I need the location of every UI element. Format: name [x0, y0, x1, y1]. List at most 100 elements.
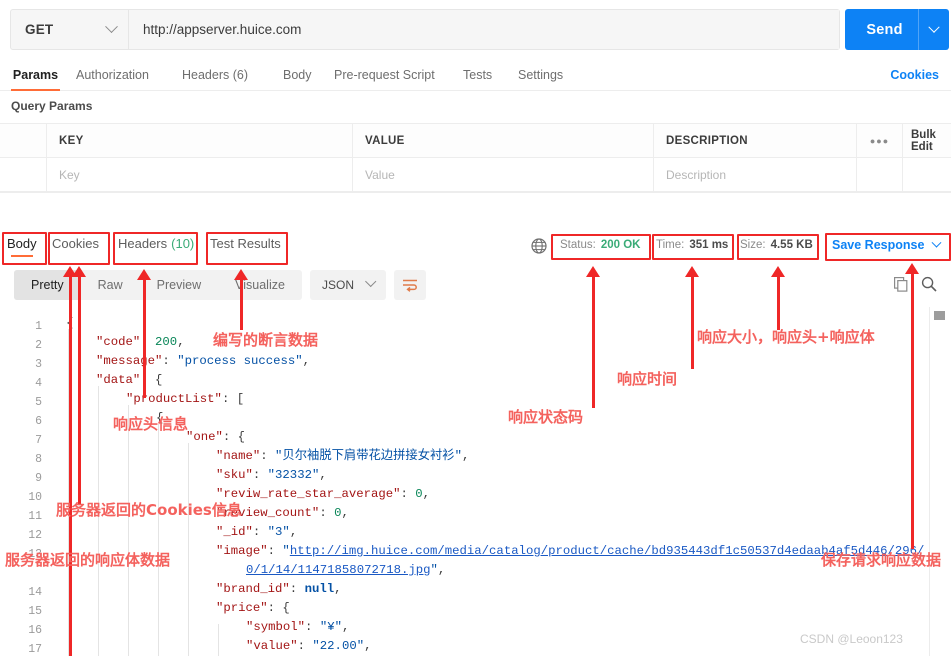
column-header-description: DESCRIPTION	[654, 124, 857, 157]
language-select-label: JSON	[322, 278, 355, 292]
row-spacer	[903, 158, 951, 191]
query-params-table: KEY VALUE DESCRIPTION ●●● Bulk Edit Key …	[0, 123, 951, 192]
view-mode-raw-label: Raw	[97, 278, 123, 292]
view-mode-preview[interactable]: Preview	[140, 270, 218, 300]
code-line-13-wrap: 0/1/14/11471858072718.jpg",	[246, 563, 446, 577]
query-params-divider	[0, 192, 951, 193]
annotation-arrow-line-headers	[143, 278, 146, 398]
line-number-gutter: 1 2 3 4 5 6 7 8 9 10 11 12 13 14 15 16 1…	[0, 307, 50, 656]
request-tabs: Params Authorization Headers (6) Body Pr…	[0, 58, 951, 91]
line-number: 14	[28, 586, 42, 599]
tab-body-label: Body	[283, 67, 312, 82]
description-input[interactable]: Description	[654, 158, 857, 191]
tab-headers[interactable]: Headers (6)	[182, 58, 248, 91]
code-line-4: "data": {	[96, 373, 163, 387]
code-line-17: "value": "22.00",	[246, 639, 372, 653]
tab-tests[interactable]: Tests	[463, 58, 492, 91]
table-row[interactable]: Key Value Description	[0, 158, 951, 192]
vertical-scrollbar-thumb[interactable]	[934, 311, 945, 320]
column-header-key: KEY	[47, 124, 353, 157]
indent-guide	[188, 443, 189, 656]
http-method-label: GET	[25, 22, 54, 37]
send-button-label: Send	[866, 21, 903, 38]
globe-icon[interactable]	[531, 238, 547, 254]
tab-pre-request-script-label: Pre-request Script	[334, 67, 435, 82]
line-number: 6	[35, 415, 42, 428]
url-input[interactable]: http://appserver.huice.com	[129, 10, 839, 49]
query-params-title: Query Params	[11, 99, 93, 113]
row-checkbox-cell[interactable]	[0, 158, 47, 191]
line-number: 5	[35, 396, 42, 409]
url-bar: GET http://appserver.huice.com Send	[0, 0, 951, 58]
word-wrap-button[interactable]	[394, 270, 426, 300]
indent-guide	[128, 405, 129, 656]
image-url-link-part2[interactable]: 0/1/14/11471858072718.jpg	[246, 563, 430, 577]
annotation-label-status-code: 响应状态码	[508, 408, 584, 426]
line-number: 8	[35, 453, 42, 466]
vertical-scrollbar-track[interactable]	[929, 307, 951, 656]
annotation-arrow-head-headers	[137, 269, 151, 280]
annotation-box-test-results	[206, 232, 288, 265]
annotation-arrow-head-cookies	[72, 266, 86, 277]
annotation-arrow-line-test-results	[240, 278, 243, 330]
annotation-label-response-time: 响应时间	[617, 370, 678, 388]
select-all-checkbox-cell[interactable]	[0, 124, 47, 157]
view-mode-pretty-label: Pretty	[31, 278, 64, 292]
row-actions[interactable]	[857, 158, 903, 191]
response-view-modes: Pretty Raw Preview Visualize	[14, 270, 302, 300]
line-number: 16	[28, 624, 42, 637]
copy-icon[interactable]	[894, 277, 908, 292]
view-mode-raw[interactable]: Raw	[81, 270, 140, 300]
cookies-link[interactable]: Cookies	[890, 58, 939, 91]
line-number: 15	[28, 605, 42, 618]
tab-pre-request-script[interactable]: Pre-request Script	[334, 58, 435, 91]
send-options-button[interactable]	[919, 21, 949, 34]
line-number: 3	[35, 358, 42, 371]
key-input[interactable]: Key	[47, 158, 353, 191]
word-wrap-icon	[403, 279, 417, 292]
tab-settings[interactable]: Settings	[518, 58, 563, 91]
annotation-box-status	[551, 234, 651, 260]
line-number: 10	[28, 491, 42, 504]
annotation-box-size	[737, 234, 819, 260]
line-number: 7	[35, 434, 42, 447]
value-input[interactable]: Value	[353, 158, 654, 191]
tab-authorization-label: Authorization	[76, 67, 149, 82]
annotation-label-assert-data: 编写的断言数据	[213, 331, 319, 349]
tab-headers-label: Headers (6)	[182, 67, 248, 82]
search-icon[interactable]	[921, 276, 937, 292]
annotation-label-cookies-info: 服务器返回的Cookies信息	[56, 501, 242, 519]
column-header-value: VALUE	[353, 124, 654, 157]
code-line-8: "name": "贝尔袖脱下肩带花边拼接女衬衫",	[216, 449, 470, 463]
code-line-15: "price": {	[216, 601, 290, 615]
annotation-box-body	[2, 232, 47, 265]
http-method-select[interactable]: GET	[11, 10, 129, 49]
tab-settings-label: Settings	[518, 67, 564, 82]
ellipsis-icon[interactable]: ●●●	[857, 124, 903, 157]
bulk-edit-button[interactable]: Bulk Edit	[903, 124, 951, 157]
line-number: 11	[28, 510, 42, 523]
annotation-arrow-head-status	[586, 266, 600, 277]
tab-authorization[interactable]: Authorization	[76, 58, 149, 91]
annotation-arrow-line-body	[69, 275, 72, 656]
annotation-box-time	[652, 234, 734, 260]
chevron-down-icon	[105, 20, 118, 34]
annotation-box-cookies	[48, 232, 110, 265]
line-number: 1	[35, 320, 42, 333]
tab-params[interactable]: Params	[11, 58, 60, 91]
query-params-header-row: KEY VALUE DESCRIPTION ●●● Bulk Edit	[0, 123, 951, 158]
code-line-16: "symbol": "¥",	[246, 620, 350, 634]
tab-params-label: Params	[12, 67, 59, 82]
chevron-down-icon	[928, 21, 940, 33]
annotation-arrow-head-test-results	[234, 269, 248, 280]
code-line-10: "reviw_rate_star_average": 0,	[216, 487, 431, 501]
line-number: 2	[35, 339, 42, 352]
tab-body[interactable]: Body	[283, 58, 312, 91]
language-select[interactable]: JSON	[310, 270, 387, 300]
line-number: 17	[28, 643, 42, 656]
send-button[interactable]: Send	[845, 9, 949, 50]
view-mode-preview-label: Preview	[156, 278, 202, 292]
view-mode-visualize[interactable]: Visualize	[218, 270, 302, 300]
annotation-label-body-data: 服务器返回的响应体数据	[5, 551, 171, 569]
annotation-label-response-size: 响应大小，响应头+响应体	[697, 328, 875, 346]
